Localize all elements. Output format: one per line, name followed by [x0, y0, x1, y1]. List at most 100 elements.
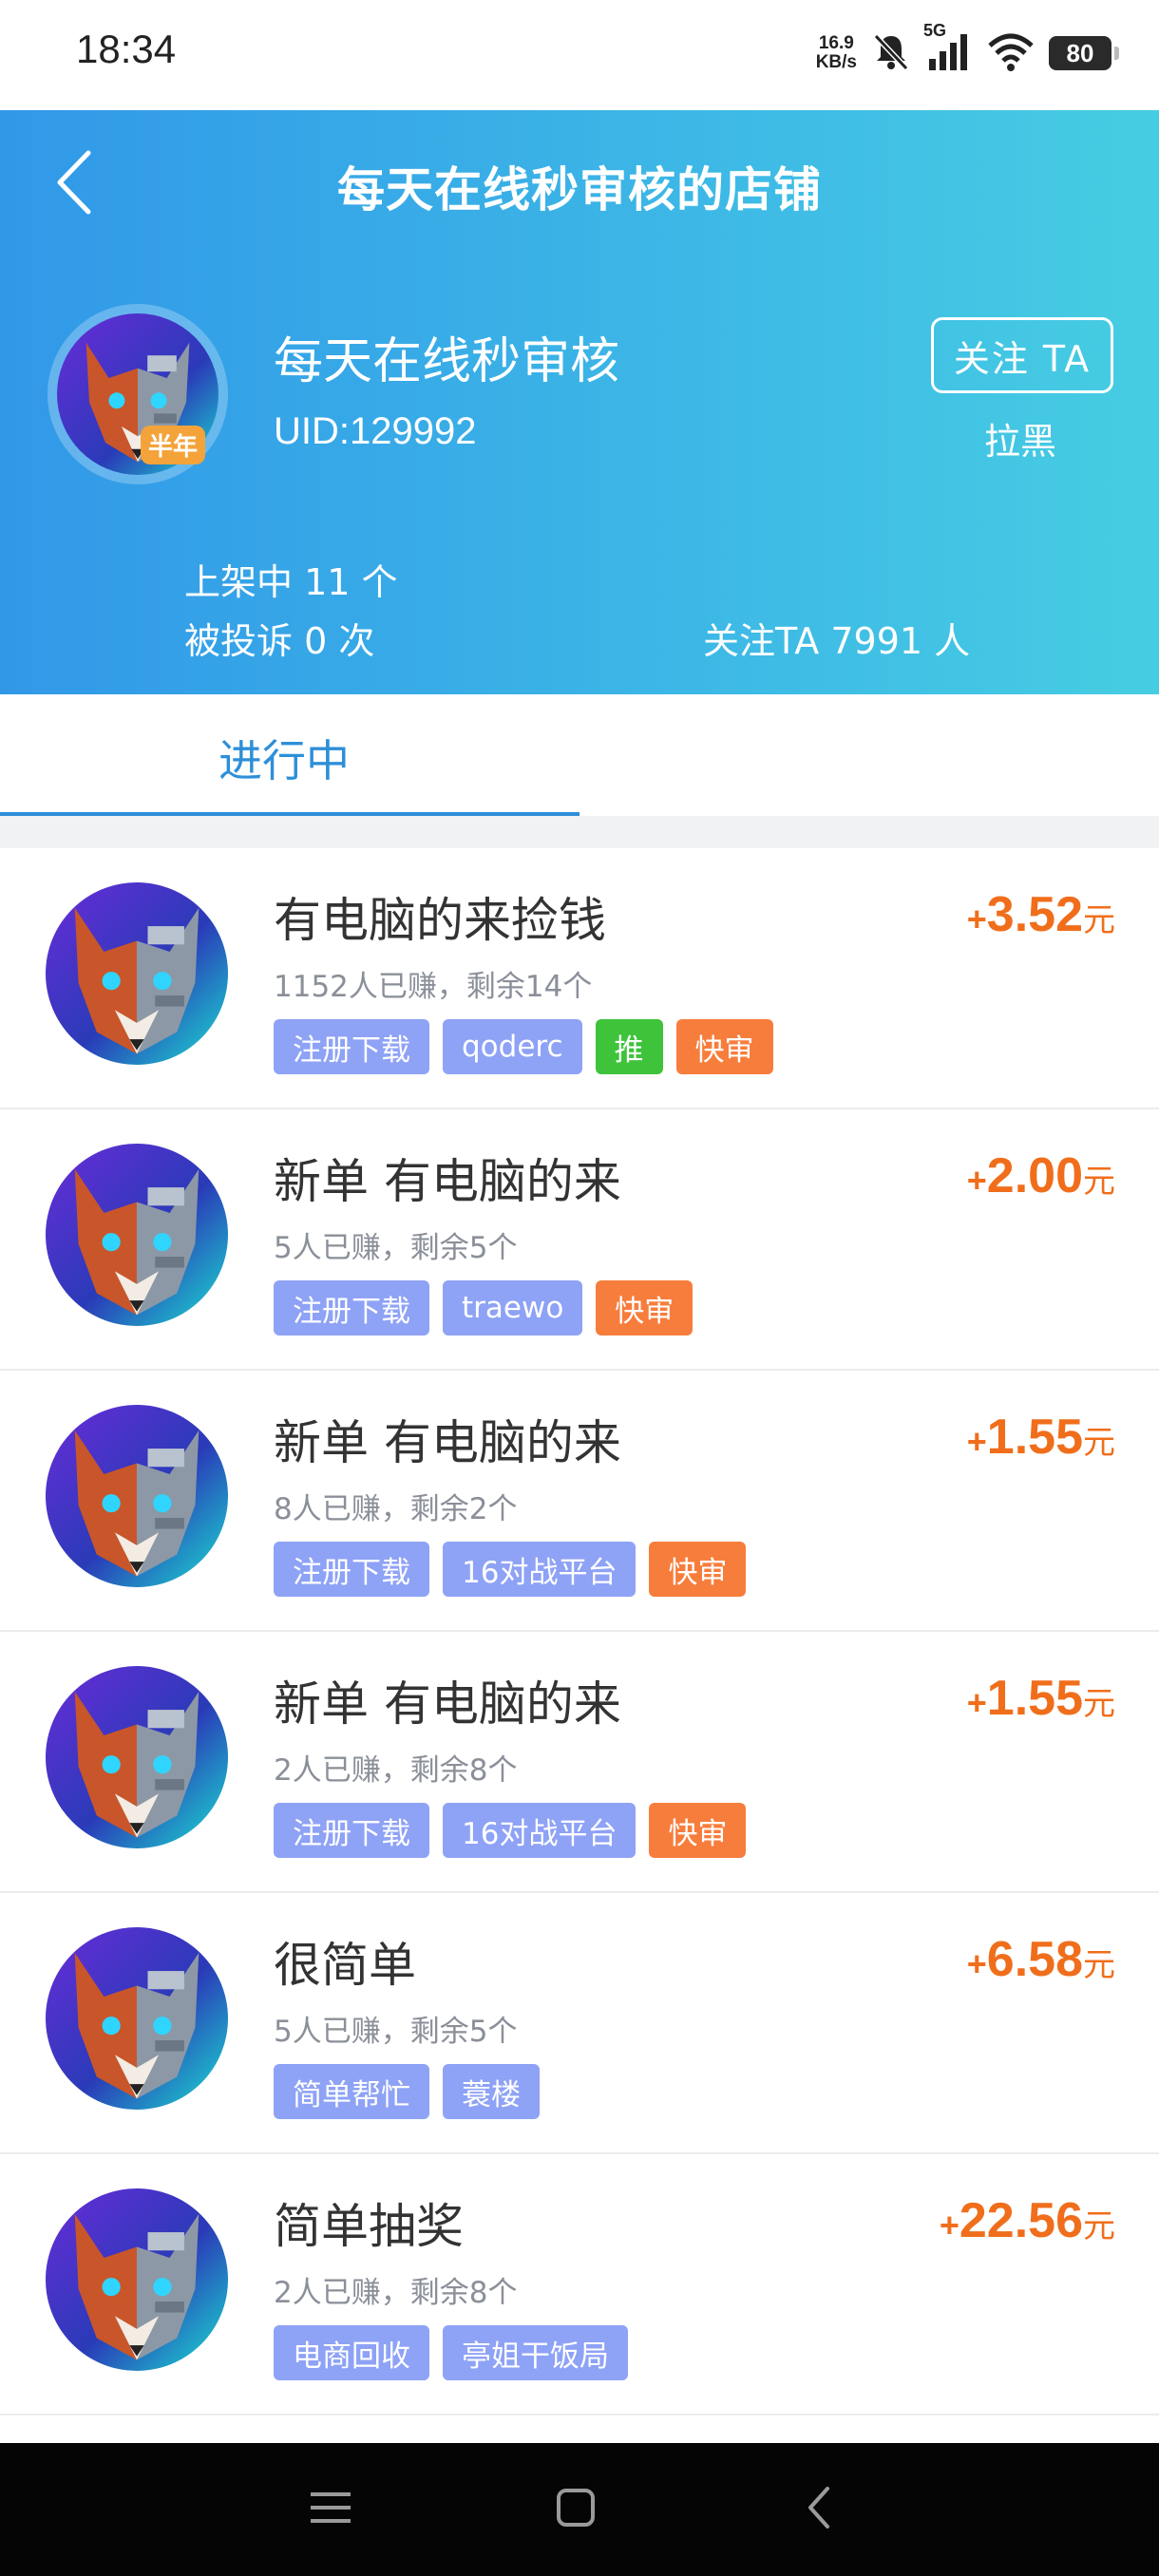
- task-price: +22.56元: [940, 2192, 1115, 2249]
- battery-level: 80: [1066, 38, 1094, 67]
- task-avatar: [46, 2188, 228, 2371]
- task-title: 有电脑的来捡钱: [274, 893, 606, 948]
- tab-label: 进行中: [218, 735, 350, 786]
- task-avatar: [46, 1405, 228, 1587]
- tab-bar: 进行中: [0, 694, 1159, 816]
- section-divider: [0, 816, 1159, 848]
- shop-name: 每天在线秒审核: [274, 333, 620, 390]
- task-tag: 16对战平台: [443, 1803, 636, 1858]
- task-avatar: [46, 882, 228, 1065]
- task-avatar: [46, 1144, 228, 1326]
- task-tag: 快审: [649, 1542, 747, 1597]
- status-bar: 18:34 16.9 KB/s 5G 80: [0, 0, 1159, 110]
- nav-home-button[interactable]: [538, 2472, 614, 2548]
- follow-button[interactable]: 关注 TA: [931, 317, 1113, 393]
- shop-header: 每天在线秒审核的店铺 半年 每天在线秒审核 UID:129992 关注 TA 拉…: [0, 110, 1159, 694]
- task-avatar: [46, 1666, 228, 1848]
- task-stats: 1152人已赚，剩余14个: [274, 970, 593, 1004]
- price-amount: 6.58: [986, 1932, 1083, 1987]
- task-tag: 简单帮忙: [274, 2064, 429, 2119]
- task-tag: 蓑楼: [443, 2064, 540, 2119]
- signal-icon: 5G: [923, 21, 973, 76]
- price-unit: 元: [1083, 1686, 1115, 1722]
- task-tag: 亭姐干饭局: [443, 2325, 628, 2380]
- task-item[interactable]: 很简单 5人已赚，剩余5个 简单帮忙 蓑楼 +6.58元: [0, 1893, 1159, 2154]
- task-tag: 推: [595, 1019, 663, 1074]
- task-tag: 16对战平台: [443, 1542, 636, 1597]
- block-button[interactable]: 拉黑: [984, 412, 1056, 464]
- task-avatar: [46, 1927, 228, 2110]
- network-type: 5G: [923, 21, 947, 40]
- task-title: 新单 有电脑的来: [274, 1676, 621, 1732]
- task-title: 新单 有电脑的来: [274, 1415, 621, 1470]
- net-speed-value: 16.9: [818, 33, 854, 53]
- status-icons: 16.9 KB/s 5G 80: [815, 21, 1119, 82]
- task-item[interactable]: 简单抽奖 2人已赚，剩余8个 电商回收 亭姐干饭局 +22.56元: [0, 2154, 1159, 2415]
- price-amount: 1.55: [986, 1410, 1083, 1465]
- price-unit: 元: [1083, 1164, 1115, 1200]
- price-unit: 元: [1083, 1425, 1115, 1461]
- nav-menu-icon: [309, 2489, 352, 2530]
- task-tag: 注册下载: [274, 1542, 429, 1597]
- shop-avatar[interactable]: 半年: [48, 304, 228, 484]
- task-price: +6.58元: [967, 1931, 1115, 1988]
- mute-bell-icon: [870, 30, 912, 76]
- price-amount: 3.52: [986, 887, 1083, 942]
- task-tag: traewo: [443, 1280, 583, 1335]
- price-plus: +: [966, 1161, 987, 1200]
- battery-icon: 80: [1049, 36, 1119, 70]
- nav-back-button[interactable]: [781, 2472, 857, 2548]
- task-tags: 注册下载 traewo 快审: [274, 1280, 694, 1335]
- price-plus: +: [966, 1683, 987, 1722]
- task-tag: 注册下载: [274, 1019, 429, 1074]
- price-amount: 1.55: [986, 1671, 1083, 1726]
- task-stats: 5人已赚，剩余5个: [274, 1231, 518, 1265]
- net-speed-unit: KB/s: [815, 52, 857, 72]
- task-tags: 注册下载 qoderc 推快审: [274, 1019, 773, 1074]
- task-item[interactable]: 新单 有电脑的来 2人已赚，剩余8个 注册下载 16对战平台 快审 +1.55元: [0, 1632, 1159, 1893]
- follower-count: 关注TA 7991 人: [703, 620, 971, 662]
- complaint-count: 被投诉 0 次: [184, 620, 375, 662]
- task-price: +1.55元: [967, 1409, 1115, 1466]
- task-price: +2.00元: [967, 1147, 1115, 1204]
- price-plus: +: [966, 1944, 987, 1983]
- task-tag: 快审: [675, 1019, 773, 1074]
- price-amount: 22.56: [959, 2193, 1083, 2248]
- task-stats: 2人已赚，剩余8个: [274, 2276, 518, 2310]
- task-tag: 注册下载: [274, 1803, 429, 1858]
- listed-count: 上架中 11 个: [184, 561, 398, 603]
- price-plus: +: [939, 2206, 960, 2245]
- wifi-icon: [986, 30, 1036, 76]
- tab-in-progress[interactable]: 进行中: [0, 694, 580, 816]
- system-nav-bar: [0, 2443, 1159, 2576]
- price-plus: +: [966, 900, 987, 938]
- price-plus: +: [966, 1422, 987, 1461]
- task-title: 简单抽奖: [274, 2199, 464, 2254]
- price-unit: 元: [1083, 902, 1115, 938]
- task-title: 很简单: [274, 1938, 416, 1993]
- task-stats: 8人已赚，剩余2个: [274, 1492, 518, 1526]
- task-tag: 快审: [596, 1280, 694, 1335]
- task-tag: 注册下载: [274, 1280, 429, 1335]
- task-tags: 注册下载 16对战平台 快审: [274, 1542, 747, 1597]
- shop-uid: UID:129992: [274, 410, 477, 452]
- task-title: 新单 有电脑的来: [274, 1154, 621, 1209]
- task-tag: 电商回收: [274, 2325, 429, 2380]
- page-title: 每天在线秒审核的店铺: [337, 162, 822, 218]
- task-stats: 5人已赚，剩余5个: [274, 2015, 518, 2049]
- price-amount: 2.00: [986, 1148, 1083, 1203]
- nav-back-icon: [805, 2485, 833, 2534]
- nav-menu-button[interactable]: [293, 2472, 369, 2548]
- nav-home-icon: [555, 2487, 597, 2532]
- task-item[interactable]: 新单 有电脑的来 5人已赚，剩余5个 注册下载 traewo 快审 +2.00元: [0, 1109, 1159, 1371]
- task-tags: 注册下载 16对战平台 快审: [274, 1803, 747, 1858]
- task-item[interactable]: 有电脑的来捡钱 1152人已赚，剩余14个 注册下载 qoderc 推快审 +3.5…: [0, 848, 1159, 1109]
- task-tags: 简单帮忙 蓑楼: [274, 2064, 540, 2119]
- task-tags: 电商回收 亭姐干饭局: [274, 2325, 628, 2380]
- price-unit: 元: [1083, 2208, 1115, 2245]
- price-unit: 元: [1083, 1947, 1115, 1983]
- status-time: 18:34: [76, 27, 177, 71]
- tenure-badge: 半年: [141, 426, 206, 464]
- task-price: +1.55元: [967, 1670, 1115, 1727]
- task-item[interactable]: 新单 有电脑的来 8人已赚，剩余2个 注册下载 16对战平台 快审 +1.55元: [0, 1371, 1159, 1632]
